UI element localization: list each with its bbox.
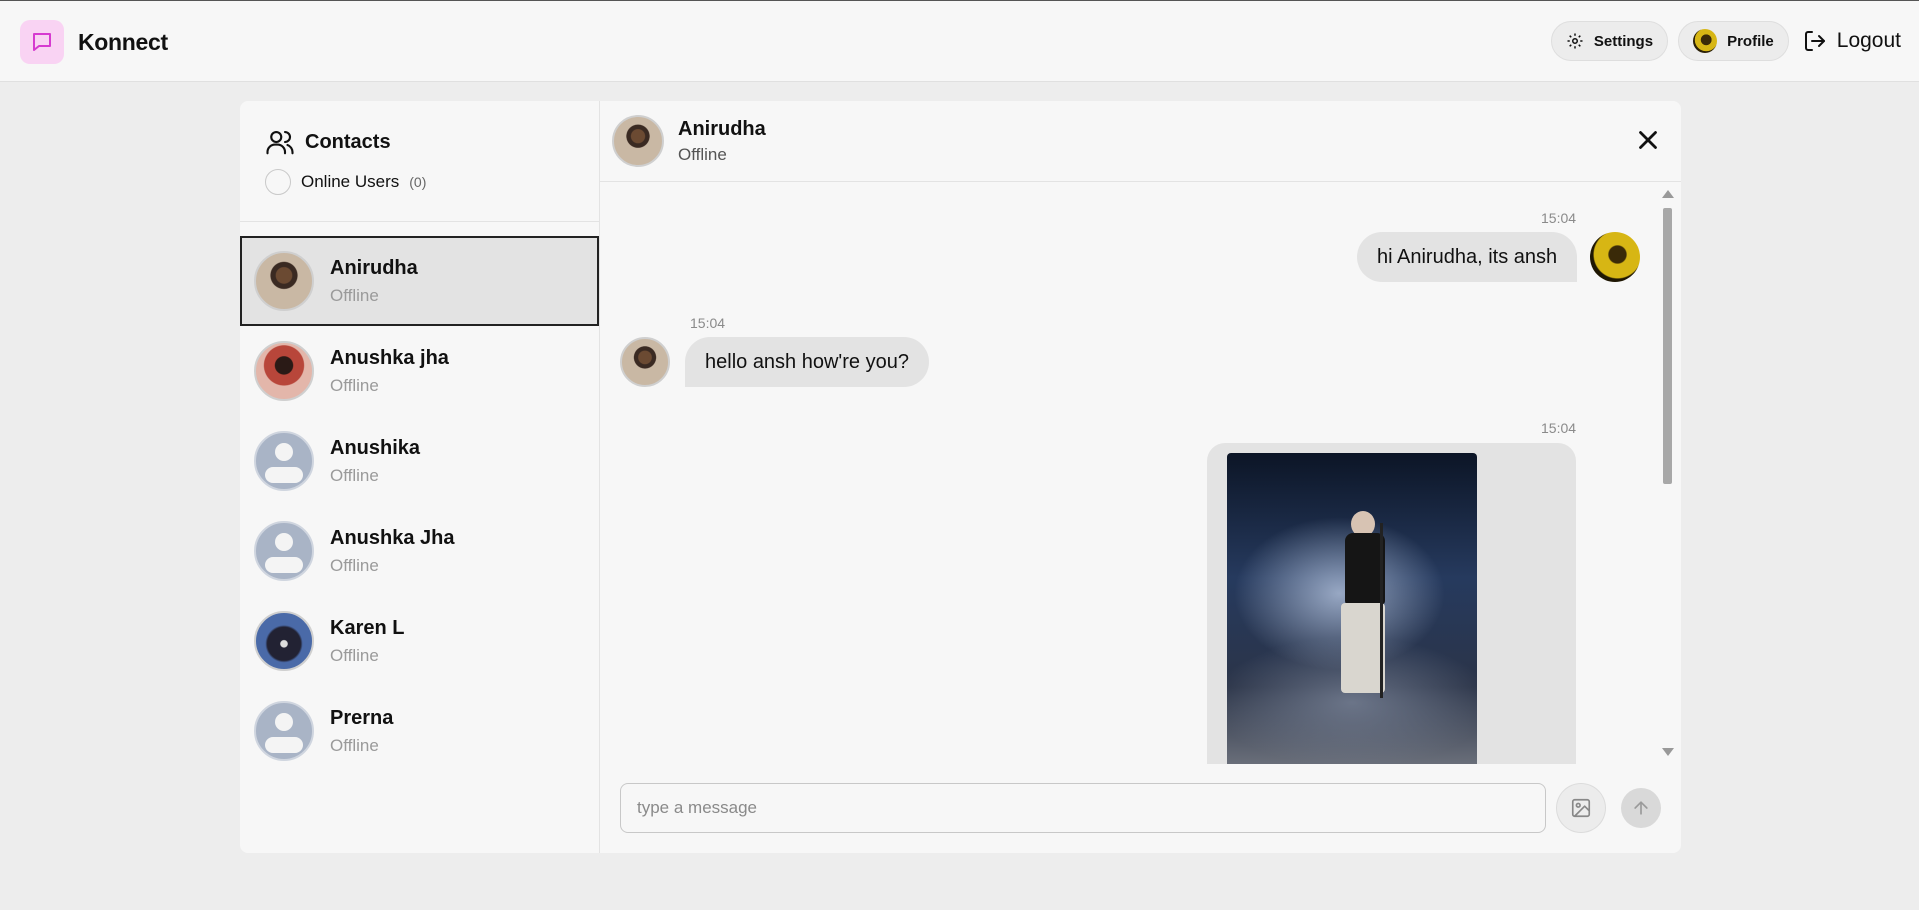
logout-label: Logout xyxy=(1836,29,1901,52)
chat-bubble-icon xyxy=(20,20,64,64)
chat-header: Anirudha Offline xyxy=(600,101,1681,182)
contact-status: Offline xyxy=(330,735,379,755)
online-users-filter[interactable]: Online Users (0) xyxy=(265,169,599,195)
contact-status: Offline xyxy=(330,285,379,305)
close-icon xyxy=(1639,131,1657,149)
navbar: Konnect Settings Profile Logout xyxy=(0,1,1919,82)
contact-name: Prerna xyxy=(330,706,394,729)
profile-label: Profile xyxy=(1727,32,1774,50)
message-time: 15:04 xyxy=(1541,420,1577,436)
avatar xyxy=(1590,232,1640,282)
chat-area: Anirudha Offline 15:04 hi Anirudha, its … xyxy=(600,101,1681,853)
app-name: Konnect xyxy=(78,28,168,55)
scroll-up-arrow-icon[interactable] xyxy=(1662,190,1674,198)
profile-avatar xyxy=(1693,29,1718,53)
users-icon xyxy=(266,130,294,155)
message-list[interactable]: 15:04 hi Anirudha, its ansh 15:04 hello … xyxy=(600,182,1681,764)
contact-status: Offline xyxy=(330,375,379,395)
contact-name: Karen L xyxy=(330,616,405,639)
message-composer xyxy=(620,783,1662,833)
message-time: 15:04 xyxy=(1541,210,1577,226)
message-input[interactable] xyxy=(620,783,1547,833)
chat-contact-name: Anirudha xyxy=(678,117,766,140)
contact-item[interactable]: Anushka Jha Offline xyxy=(240,506,599,596)
contact-name: Anushka Jha xyxy=(330,526,455,549)
contacts-heading: Contacts xyxy=(265,127,599,157)
close-chat-button[interactable] xyxy=(1633,125,1663,155)
message-time: 15:04 xyxy=(690,315,726,331)
contact-item[interactable]: Anirudha Offline xyxy=(240,236,599,326)
contacts-sidebar: Contacts Online Users (0) Anirudha Offli… xyxy=(240,101,600,853)
default-avatar-icon xyxy=(254,521,314,581)
contact-name: Anirudha xyxy=(330,256,418,279)
contact-status: Offline xyxy=(330,465,379,485)
contact-name: Anushika xyxy=(330,436,421,459)
image-message-bubble xyxy=(1207,443,1576,764)
contacts-title: Contacts xyxy=(305,130,391,153)
message-image[interactable] xyxy=(1227,453,1477,764)
contact-name: Anushka jha xyxy=(330,346,449,369)
online-users-checkbox[interactable] xyxy=(265,169,291,195)
online-users-count: (0) xyxy=(409,174,427,190)
contact-status: Offline xyxy=(330,555,379,575)
message-bubble: hello ansh how're you? xyxy=(685,337,929,387)
scroll-down-arrow-icon[interactable] xyxy=(1662,748,1674,756)
chat-panel: Contacts Online Users (0) Anirudha Offli… xyxy=(240,101,1681,853)
logout-button[interactable]: Logout xyxy=(1799,29,1901,53)
logout-icon xyxy=(1804,31,1825,51)
avatar xyxy=(612,115,664,167)
avatar xyxy=(254,251,314,311)
messages-scrollbar[interactable] xyxy=(1661,188,1674,758)
contact-status: Offline xyxy=(330,645,379,665)
contact-item[interactable]: Anushka jha Offline xyxy=(240,326,599,416)
default-avatar-icon xyxy=(254,701,314,761)
avatar xyxy=(254,611,314,671)
gear-icon xyxy=(1567,33,1583,49)
message-bubble: hi Anirudha, its ansh xyxy=(1357,232,1578,282)
contact-list: Anirudha Offline Anushka jha Offline Anu… xyxy=(240,222,599,776)
online-users-label: Online Users xyxy=(301,172,400,191)
scrollbar-thumb[interactable] xyxy=(1663,208,1672,484)
send-button[interactable] xyxy=(1621,788,1662,828)
profile-button[interactable]: Profile xyxy=(1678,21,1789,61)
image-icon xyxy=(1572,798,1591,818)
contact-item[interactable]: Anushika Offline xyxy=(240,416,599,506)
attach-image-button[interactable] xyxy=(1556,783,1607,833)
arrow-up-icon xyxy=(1634,801,1648,815)
settings-label: Settings xyxy=(1593,32,1654,50)
avatar xyxy=(254,341,314,401)
contact-item[interactable]: Prerna Offline xyxy=(240,686,599,776)
settings-button[interactable]: Settings xyxy=(1550,21,1669,61)
avatar xyxy=(620,337,670,387)
brand[interactable]: Konnect xyxy=(20,20,168,64)
contact-item[interactable]: Karen L Offline xyxy=(240,596,599,686)
default-avatar-icon xyxy=(254,431,314,491)
chat-contact-status: Offline xyxy=(678,144,727,164)
